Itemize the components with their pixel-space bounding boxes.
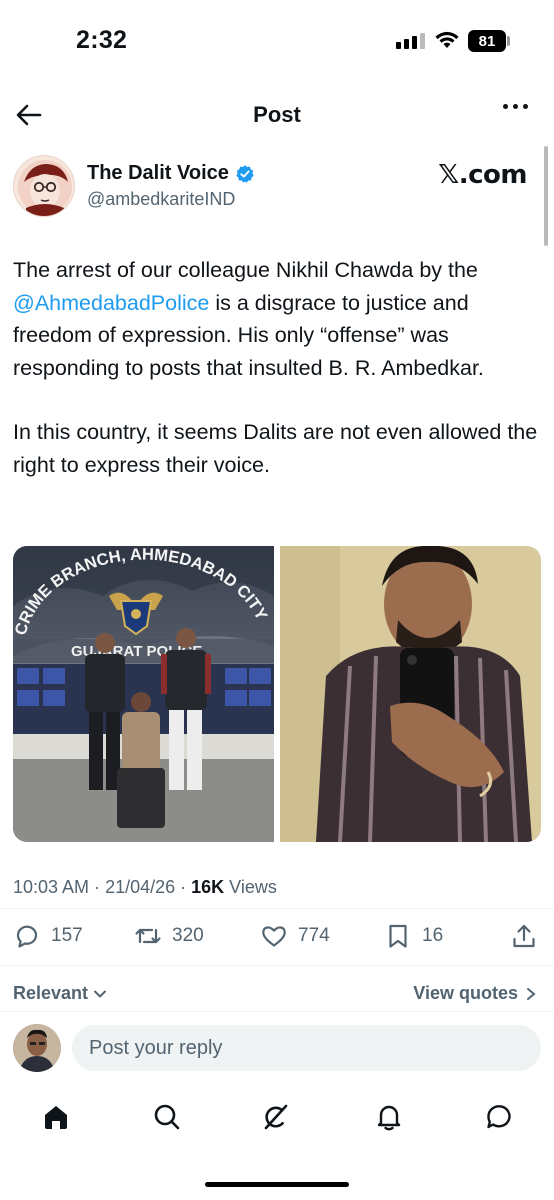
bottom-tab-bar <box>0 1094 554 1140</box>
verified-badge-icon <box>236 164 254 183</box>
cellular-signal-icon <box>396 33 425 49</box>
home-icon <box>45 1106 67 1129</box>
grok-icon <box>264 1104 288 1130</box>
author-name-row[interactable]: The Dalit Voice <box>87 162 255 185</box>
heart-icon <box>262 926 286 947</box>
reply-icon <box>16 925 38 948</box>
tab-search[interactable] <box>150 1100 184 1134</box>
bookmark-count: 16 <box>422 925 444 946</box>
mention-link[interactable]: @AhmedabadPolice <box>13 291 209 315</box>
views-label: Views <box>224 877 277 897</box>
battery-level: 81 <box>468 30 506 52</box>
scrollbar[interactable] <box>544 146 548 246</box>
tab-home[interactable] <box>39 1100 73 1134</box>
reply-button[interactable]: 157 <box>13 922 83 950</box>
post-header: Post <box>0 92 554 136</box>
status-bar: 2:32 81 <box>0 0 554 80</box>
meta-separator: · <box>89 877 106 897</box>
sort-relevant-dropdown[interactable]: Relevant <box>13 983 108 1004</box>
meta-separator: · <box>175 877 192 897</box>
reply-input[interactable]: Post your reply <box>72 1025 541 1071</box>
reply-count: 157 <box>51 925 83 946</box>
repost-count: 320 <box>172 925 204 946</box>
messages-icon <box>487 1105 511 1129</box>
author-handle[interactable]: @ambedkariteIND <box>87 189 235 210</box>
post-paragraph-1: The arrest of our colleague Nikhil Chawd… <box>13 254 541 384</box>
post-paragraph-2: In this country, it seems Dalits are not… <box>13 420 538 477</box>
author-avatar[interactable] <box>13 155 75 217</box>
author-name[interactable]: The Dalit Voice <box>87 162 229 185</box>
bookmark-icon <box>389 924 407 948</box>
current-user-avatar[interactable] <box>13 1024 61 1072</box>
media-image-arrest-photo[interactable]: CRIME BRANCH, AHMEDABAD CITY GUJARAT POL… <box>13 546 274 842</box>
search-icon <box>154 1104 180 1130</box>
post-body: The arrest of our colleague Nikhil Chawd… <box>13 254 541 513</box>
divider <box>0 908 554 909</box>
more-options-icon[interactable] <box>503 104 528 109</box>
post-media: CRIME BRANCH, AHMEDABAD CITY GUJARAT POL… <box>13 546 541 842</box>
battery-tip <box>507 36 510 46</box>
divider <box>0 965 554 966</box>
share-icon <box>513 924 535 948</box>
repost-button[interactable]: 320 <box>134 922 204 950</box>
repost-icon <box>135 928 161 944</box>
post-time[interactable]: 10:03 AM <box>13 877 89 897</box>
view-quotes-label: View quotes <box>413 983 518 1003</box>
post-date[interactable]: 21/04/26 <box>105 877 175 897</box>
tab-messages[interactable] <box>482 1100 516 1134</box>
post-actions: 157 320 774 16 <box>0 918 554 956</box>
like-button[interactable]: 774 <box>260 922 330 950</box>
chevron-down-icon <box>94 990 107 998</box>
views-count: 16K <box>191 877 225 897</box>
media-image-selfie[interactable] <box>280 546 541 842</box>
sort-relevant-label: Relevant <box>13 983 89 1003</box>
source-watermark: 𝕏.com <box>438 160 527 190</box>
share-button[interactable] <box>510 922 538 950</box>
tab-grok[interactable] <box>258 1100 292 1134</box>
post-metadata: 10:03 AM · 21/04/26 · 16K Views <box>13 877 277 898</box>
status-time: 2:32 <box>76 26 128 54</box>
divider <box>0 1011 554 1012</box>
home-indicator[interactable] <box>205 1182 349 1187</box>
page-title: Post <box>253 102 301 127</box>
view-quotes-link[interactable]: View quotes <box>413 983 538 1004</box>
wifi-icon <box>435 31 459 48</box>
notifications-icon <box>377 1105 401 1131</box>
bookmark-button[interactable]: 16 <box>384 922 443 950</box>
post-text-segment: The arrest of our colleague Nikhil Chawd… <box>13 258 478 282</box>
chevron-right-icon <box>527 987 536 1000</box>
tab-notifications[interactable] <box>372 1100 406 1134</box>
like-count: 774 <box>298 925 330 946</box>
